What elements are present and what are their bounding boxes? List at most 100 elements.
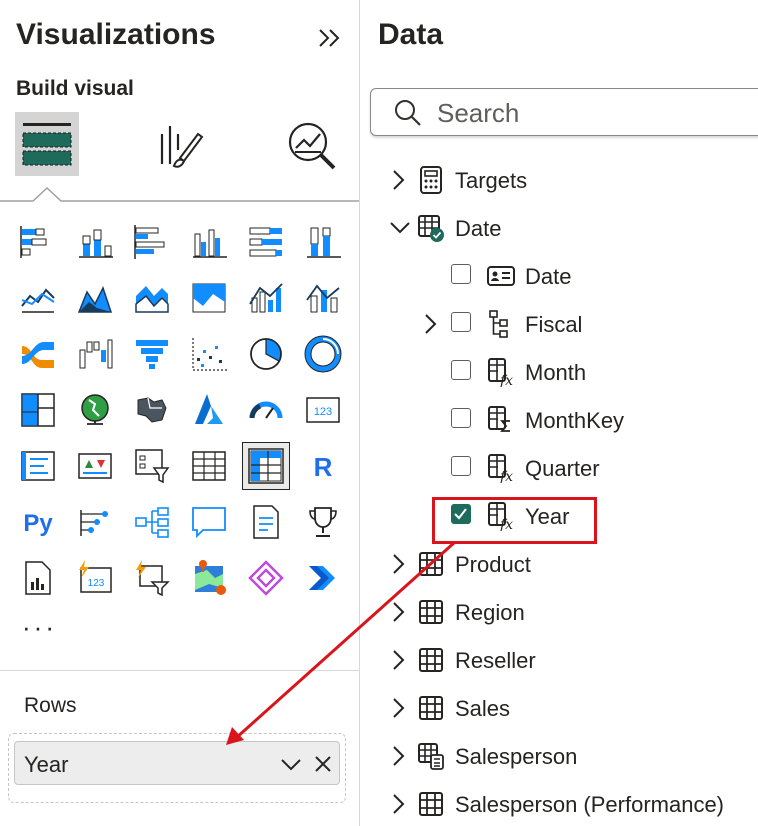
svg-text:123: 123 xyxy=(88,578,105,589)
tab-format-visual[interactable] xyxy=(152,120,208,172)
power-apps-card-icon[interactable]: 123 xyxy=(75,558,115,598)
remove-field-icon[interactable] xyxy=(313,754,333,774)
table-icon xyxy=(416,789,446,819)
key-influencers-icon[interactable] xyxy=(75,502,115,542)
expand-chevron-icon[interactable] xyxy=(388,552,408,576)
treemap-icon[interactable] xyxy=(18,390,58,430)
table-salesperson[interactable]: Salesperson xyxy=(455,744,577,770)
paginated-report-icon[interactable] xyxy=(18,558,58,598)
rows-well-label: Rows xyxy=(24,694,77,717)
power-automate-icon[interactable] xyxy=(303,558,343,598)
collapse-pane-icon[interactable] xyxy=(314,22,346,54)
table-product[interactable]: Product xyxy=(455,552,531,578)
table-salesperson-performance[interactable]: Salesperson (Performance) xyxy=(455,792,724,818)
100-stacked-column-icon[interactable] xyxy=(303,222,343,262)
table-date[interactable]: Date xyxy=(455,216,501,242)
highlight-box xyxy=(432,497,597,544)
clustered-bar-icon[interactable] xyxy=(132,222,172,262)
rows-field-label: Year xyxy=(24,752,69,777)
calculator-table-icon xyxy=(416,165,446,195)
azure-map-icon[interactable] xyxy=(189,390,229,430)
line-icon[interactable] xyxy=(18,278,58,318)
field-fiscal[interactable]: Fiscal xyxy=(525,312,582,338)
search-input[interactable]: Search xyxy=(370,88,758,136)
table-reseller[interactable]: Reseller xyxy=(455,648,536,674)
area-icon[interactable] xyxy=(75,278,115,318)
table-targets[interactable]: Targets xyxy=(455,168,527,194)
stacked-bar-icon[interactable] xyxy=(18,222,58,262)
table-icon xyxy=(416,645,446,675)
field-monthkey[interactable]: MonthKey xyxy=(525,408,624,434)
donut-icon[interactable] xyxy=(303,334,343,374)
stacked-column-icon[interactable] xyxy=(75,222,115,262)
python-visual-icon[interactable]: Py xyxy=(18,502,58,542)
table-icon xyxy=(416,549,446,579)
metrics-icon[interactable] xyxy=(303,502,343,542)
search-placeholder: Search xyxy=(437,98,520,128)
multi-row-card-icon[interactable] xyxy=(18,446,58,486)
build-visual-heading: Build visual xyxy=(16,77,134,100)
field-month[interactable]: Month xyxy=(525,360,586,386)
visualizations-pane: Visualizations Build visual 123 R Py 123… xyxy=(0,0,359,826)
tab-build-visual[interactable] xyxy=(15,112,79,176)
expand-chevron-icon[interactable] xyxy=(388,600,408,624)
line-stacked-column-icon[interactable] xyxy=(303,278,343,318)
scatter-icon[interactable] xyxy=(189,334,229,374)
field-checkbox-monthkey[interactable] xyxy=(451,408,471,428)
matrix-icon[interactable] xyxy=(242,442,290,490)
decomposition-tree-icon[interactable] xyxy=(132,502,172,542)
section-divider xyxy=(0,670,359,671)
calculated-column-icon: fx xyxy=(486,357,516,387)
ribbon-icon[interactable] xyxy=(18,334,58,374)
table-region[interactable]: Region xyxy=(455,600,525,626)
field-checkbox-quarter[interactable] xyxy=(451,456,471,476)
expand-chevron-icon[interactable] xyxy=(388,168,408,192)
collapse-chevron-icon[interactable] xyxy=(388,216,412,240)
more-visuals-button[interactable]: ··· xyxy=(22,612,57,643)
date-field-icon xyxy=(486,261,516,291)
expand-chevron-icon[interactable] xyxy=(388,648,408,672)
power-automate-slicer-icon[interactable] xyxy=(132,558,172,598)
waterfall-icon[interactable] xyxy=(75,334,115,374)
kpi-icon[interactable] xyxy=(75,446,115,486)
rows-field-pill[interactable]: Year xyxy=(14,741,340,785)
expand-chevron-icon[interactable] xyxy=(420,312,440,336)
hierarchy-icon xyxy=(486,309,516,339)
table-icon[interactable] xyxy=(189,446,229,486)
expand-chevron-icon[interactable] xyxy=(388,696,408,720)
svg-text:fx: fx xyxy=(499,373,513,387)
slicer-icon[interactable] xyxy=(132,446,172,486)
calculated-column-icon: fx xyxy=(486,453,516,483)
field-checkbox-date[interactable] xyxy=(451,264,471,284)
field-date[interactable]: Date xyxy=(525,264,571,290)
100-stacked-bar-icon[interactable] xyxy=(246,222,286,262)
funnel-icon[interactable] xyxy=(132,334,172,374)
map-icon[interactable] xyxy=(75,390,115,430)
table-icon xyxy=(416,597,446,627)
expand-chevron-icon[interactable] xyxy=(388,744,408,768)
table-icon xyxy=(416,693,446,723)
power-apps-icon[interactable] xyxy=(246,558,286,598)
field-quarter[interactable]: Quarter xyxy=(525,456,600,482)
line-clustered-column-icon[interactable] xyxy=(246,278,286,318)
stacked-area-icon[interactable] xyxy=(132,278,172,318)
svg-text:R: R xyxy=(314,452,333,482)
field-checkbox-fiscal[interactable] xyxy=(451,312,471,332)
tab-analytics[interactable] xyxy=(284,118,340,174)
expand-chevron-icon[interactable] xyxy=(388,792,408,816)
arcgis-map-icon[interactable] xyxy=(189,558,229,598)
filled-map-icon[interactable] xyxy=(132,390,172,430)
card-icon[interactable]: 123 xyxy=(303,390,343,430)
data-pane: Data Search Targets Date Date Fiscal fx … xyxy=(360,0,758,826)
qa-icon[interactable] xyxy=(189,502,229,542)
chevron-down-icon[interactable] xyxy=(279,754,303,774)
r-visual-icon[interactable]: R xyxy=(303,446,343,486)
svg-text:123: 123 xyxy=(314,406,332,418)
100-stacked-area-icon[interactable] xyxy=(189,278,229,318)
pie-icon[interactable] xyxy=(246,334,286,374)
field-checkbox-month[interactable] xyxy=(451,360,471,380)
gauge-icon[interactable] xyxy=(246,390,286,430)
smart-narrative-icon[interactable] xyxy=(246,502,286,542)
clustered-column-icon[interactable] xyxy=(189,222,229,262)
table-sales[interactable]: Sales xyxy=(455,696,510,722)
